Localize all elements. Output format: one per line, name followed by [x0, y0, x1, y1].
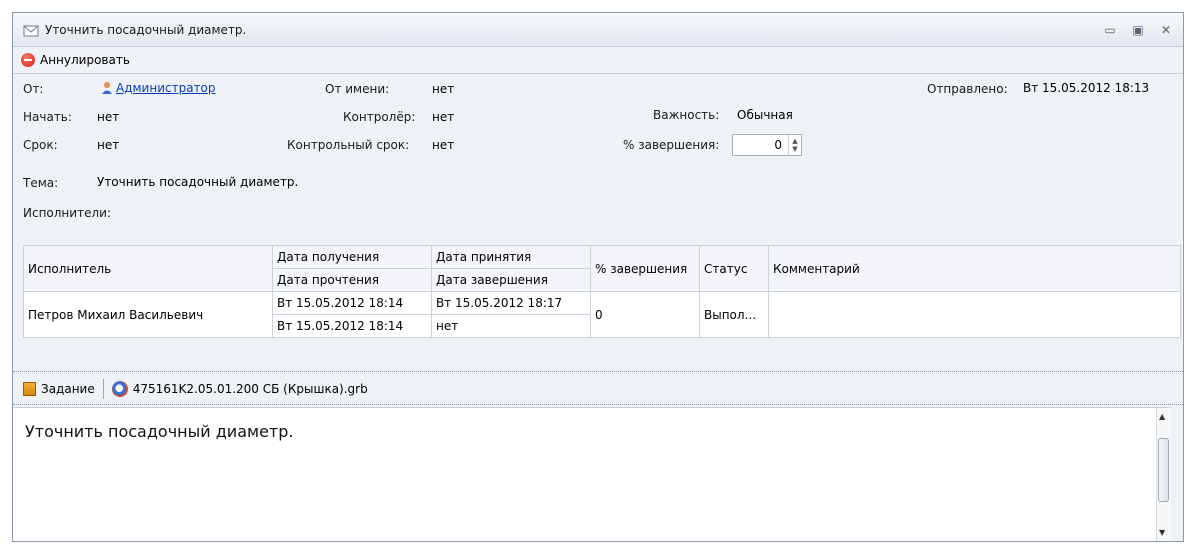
- file-icon: [111, 381, 128, 397]
- book-icon: [23, 382, 36, 396]
- attachments-bar: Задание 475161K2.05.01.200 СБ (Крышка).g…: [13, 374, 1183, 404]
- cancel-label: Аннулировать: [40, 53, 130, 67]
- start-label: Начать:: [23, 110, 72, 124]
- importance-value: Обычная: [737, 108, 793, 122]
- deadline-label: Срок:: [23, 138, 58, 152]
- start-value: нет: [97, 110, 120, 124]
- from-value[interactable]: Администратор: [101, 81, 216, 95]
- user-icon: [102, 82, 112, 94]
- cancel-icon: [21, 53, 35, 67]
- table-row[interactable]: Петров Михаил Васильевич Вт 15.05.2012 1…: [23, 291, 1181, 338]
- window-title: Уточнить посадочный диаметр.: [45, 22, 247, 37]
- executors-label: Исполнители:: [23, 206, 111, 220]
- divider: [13, 404, 1183, 405]
- completion-value[interactable]: 0: [733, 138, 788, 152]
- col-status[interactable]: Статус: [699, 245, 769, 292]
- spinner-arrows-icon[interactable]: ▲ ▼: [788, 135, 801, 155]
- sent-label: Отправлено:: [927, 82, 1008, 96]
- envelope-icon: [23, 25, 39, 36]
- executors-table: Исполнитель Дата получения Дата принятия…: [23, 245, 1181, 338]
- cell-read: Вт 15.05.2012 18:14: [272, 314, 432, 338]
- attachment-file-label: 475161K2.05.01.200 СБ (Крышка).grb: [132, 382, 368, 396]
- cell-percent: 0: [590, 291, 700, 338]
- importance-label: Важность:: [653, 108, 720, 122]
- control-deadline-label: Контрольный срок:: [287, 138, 410, 152]
- title-bar: Уточнить посадочный диаметр. ▭ ▣ ✕: [13, 13, 1183, 47]
- completion-spinner[interactable]: 0 ▲ ▼: [732, 134, 802, 156]
- subject-value: Уточнить посадочный диаметр.: [97, 175, 299, 189]
- close-button[interactable]: ✕: [1159, 23, 1173, 37]
- cell-completed: нет: [431, 314, 591, 338]
- controller-label: Контролёр:: [343, 110, 416, 124]
- toolbar: Аннулировать: [13, 47, 1183, 74]
- col-comment[interactable]: Комментарий: [768, 245, 1181, 292]
- completion-label: % завершения:: [623, 138, 720, 152]
- task-body-text: Уточнить посадочный диаметр.: [25, 422, 294, 441]
- separator: [102, 379, 104, 399]
- minimize-button[interactable]: ▭: [1103, 23, 1117, 37]
- cancel-task-button[interactable]: Аннулировать: [21, 53, 130, 67]
- cell-executor: Петров Михаил Васильевич: [23, 291, 273, 338]
- attachment-file[interactable]: 475161K2.05.01.200 СБ (Крышка).grb: [111, 381, 368, 397]
- scroll-up-icon[interactable]: ▲: [1159, 412, 1165, 421]
- scroll-thumb[interactable]: [1158, 438, 1169, 502]
- from-label: От:: [23, 82, 44, 96]
- controller-value: нет: [432, 110, 455, 124]
- col-executor[interactable]: Исполнитель: [23, 245, 273, 292]
- col-accepted[interactable]: Дата принятия: [431, 245, 591, 269]
- cell-status: Выпол...: [699, 291, 769, 338]
- cell-accepted: Вт 15.05.2012 18:17: [431, 291, 591, 315]
- cell-comment: [768, 291, 1181, 338]
- cell-received: Вт 15.05.2012 18:14: [272, 291, 432, 315]
- from-link[interactable]: Администратор: [116, 81, 216, 95]
- scroll-down-icon[interactable]: ▼: [1159, 528, 1165, 537]
- subject-label: Тема:: [23, 176, 59, 190]
- on-behalf-label: От имени:: [325, 82, 390, 96]
- divider: [13, 371, 1183, 372]
- sent-value: Вт 15.05.2012 18:13: [1023, 81, 1150, 95]
- col-read[interactable]: Дата прочтения: [272, 268, 432, 292]
- task-tab-label: Задание: [41, 382, 95, 396]
- task-tab[interactable]: Задание: [23, 382, 95, 396]
- on-behalf-value: нет: [432, 82, 455, 96]
- task-window: Уточнить посадочный диаметр. ▭ ▣ ✕ Аннул…: [12, 12, 1184, 542]
- col-completed[interactable]: Дата завершения: [431, 268, 591, 292]
- maximize-button[interactable]: ▣: [1131, 23, 1145, 37]
- col-percent[interactable]: % завершения: [590, 245, 700, 292]
- control-deadline-value: нет: [432, 138, 455, 152]
- scrollbar[interactable]: ▲ ▼: [1156, 408, 1171, 541]
- deadline-value: нет: [97, 138, 120, 152]
- task-body[interactable]: Уточнить посадочный диаметр. ▲ ▼: [13, 407, 1171, 541]
- col-received[interactable]: Дата получения: [272, 245, 432, 269]
